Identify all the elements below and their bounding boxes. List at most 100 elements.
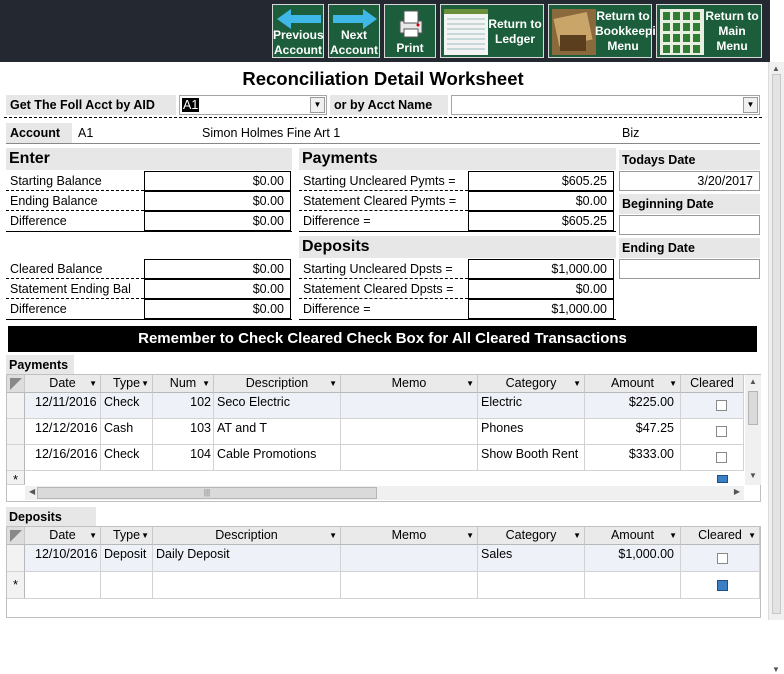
select-all-corner[interactable] bbox=[7, 527, 25, 545]
chevron-down-icon[interactable]: ▼ bbox=[466, 527, 474, 544]
chevron-down-icon[interactable]: ▼ bbox=[466, 375, 474, 392]
new-row-marker[interactable]: * bbox=[7, 572, 25, 599]
select-all-icon[interactable] bbox=[9, 530, 22, 542]
table-cell[interactable] bbox=[341, 419, 478, 445]
chevron-down-icon[interactable]: ▼ bbox=[748, 527, 756, 544]
todays-date-value[interactable]: 3/20/2017 bbox=[619, 171, 760, 191]
col-amount[interactable]: Amount ▼ bbox=[585, 375, 681, 393]
col-date[interactable]: Date ▼ bbox=[25, 375, 101, 393]
return-to-main-menu-button[interactable]: Return to Main Menu bbox=[656, 4, 762, 58]
table-cell[interactable] bbox=[341, 545, 478, 572]
table-cell[interactable]: Cable Promotions bbox=[214, 445, 341, 471]
table-cell[interactable]: AT and T bbox=[214, 419, 341, 445]
col-date[interactable]: Date ▼ bbox=[25, 527, 101, 545]
table-cell[interactable] bbox=[585, 572, 681, 599]
table-cell[interactable]: Check bbox=[101, 445, 153, 471]
chevron-down-icon[interactable]: ▼ bbox=[141, 375, 149, 392]
col-category[interactable]: Category ▼ bbox=[478, 375, 585, 393]
col-type[interactable]: Type ▼ bbox=[101, 375, 153, 393]
print-button[interactable]: Print bbox=[384, 4, 436, 58]
table-cell[interactable]: Sales bbox=[478, 545, 585, 572]
row-selector[interactable] bbox=[7, 545, 25, 572]
table-cell[interactable] bbox=[153, 572, 341, 599]
table-cell[interactable]: 12/11/2016 bbox=[25, 393, 101, 419]
table-cell[interactable]: $225.00 bbox=[585, 393, 681, 419]
table-cell[interactable]: $1,000.00 bbox=[585, 545, 681, 572]
new-row-checkbox[interactable] bbox=[717, 475, 728, 483]
new-row-marker[interactable]: * bbox=[7, 471, 25, 487]
scroll-down-arrow-icon[interactable]: ▼ bbox=[749, 471, 757, 480]
table-cell[interactable] bbox=[25, 572, 101, 599]
table-cell[interactable]: Seco Electric bbox=[214, 393, 341, 419]
chevron-down-icon[interactable]: ▼ bbox=[573, 527, 581, 544]
aid-combo[interactable]: A1 ▼ bbox=[179, 95, 327, 115]
table-cell[interactable]: Phones bbox=[478, 419, 585, 445]
payments-vscroll-thumb[interactable] bbox=[748, 391, 758, 425]
beginning-date-input[interactable] bbox=[619, 215, 760, 235]
statement-ending-bal-value[interactable]: $0.00 bbox=[144, 279, 291, 299]
ending-date-input[interactable] bbox=[619, 259, 760, 279]
cleared-checkbox[interactable] bbox=[716, 426, 727, 437]
chevron-down-icon[interactable]: ▼ bbox=[89, 375, 97, 392]
chevron-down-icon[interactable]: ▼ bbox=[310, 97, 325, 113]
col-num[interactable]: Num ▼ bbox=[153, 375, 214, 393]
cleared-checkbox[interactable] bbox=[717, 553, 728, 564]
return-to-bookkeeping-menu-button[interactable]: Return to Bookkeeping Menu bbox=[548, 4, 670, 58]
payments-horizontal-scrollbar[interactable]: ◀ ||| ▶ bbox=[25, 486, 744, 500]
table-cell[interactable] bbox=[101, 572, 153, 599]
payments-vertical-scrollbar[interactable]: ▲ ▼ bbox=[745, 375, 761, 485]
col-amount[interactable]: Amount ▼ bbox=[585, 527, 681, 545]
ending-balance-value[interactable]: $0.00 bbox=[144, 191, 291, 211]
starting-balance-value[interactable]: $0.00 bbox=[144, 171, 291, 191]
chevron-down-icon[interactable]: ▼ bbox=[329, 527, 337, 544]
chevron-down-icon[interactable]: ▼ bbox=[141, 527, 149, 544]
table-cell[interactable] bbox=[341, 445, 478, 471]
cleared-checkbox[interactable] bbox=[716, 400, 727, 411]
table-cell[interactable]: 12/12/2016 bbox=[25, 419, 101, 445]
table-cell[interactable]: Show Booth Rent bbox=[478, 445, 585, 471]
table-cell[interactable]: 12/10/2016 bbox=[25, 545, 101, 572]
table-cell[interactable]: 12/16/2016 bbox=[25, 445, 101, 471]
col-cleared[interactable]: Cleared bbox=[681, 375, 744, 393]
previous-account-button[interactable]: Previous Account bbox=[272, 4, 324, 58]
scroll-up-arrow-icon[interactable]: ▲ bbox=[749, 377, 757, 386]
acct-name-combo[interactable]: ▼ bbox=[451, 95, 760, 115]
row-selector[interactable] bbox=[7, 419, 25, 445]
table-cell[interactable] bbox=[478, 572, 585, 599]
col-cleared[interactable]: Cleared ▼ bbox=[681, 527, 760, 545]
scroll-left-arrow-icon[interactable]: ◀ bbox=[29, 487, 35, 496]
table-cell[interactable]: Electric bbox=[478, 393, 585, 419]
table-cell[interactable]: Deposit bbox=[101, 545, 153, 572]
scroll-up-arrow-icon[interactable]: ▲ bbox=[772, 64, 780, 73]
chevron-down-icon[interactable]: ▼ bbox=[89, 527, 97, 544]
row-selector[interactable] bbox=[7, 393, 25, 419]
select-all-icon[interactable] bbox=[9, 378, 22, 390]
next-account-button[interactable]: Next Account bbox=[328, 4, 380, 58]
col-description[interactable]: Description ▼ bbox=[153, 527, 341, 545]
cleared-checkbox[interactable] bbox=[716, 452, 727, 463]
table-cell[interactable]: Check bbox=[101, 393, 153, 419]
table-cell[interactable] bbox=[341, 393, 478, 419]
chevron-down-icon[interactable]: ▼ bbox=[743, 97, 758, 113]
select-all-corner[interactable] bbox=[7, 375, 25, 393]
col-memo[interactable]: Memo ▼ bbox=[341, 527, 478, 545]
table-cell[interactable]: 103 bbox=[153, 419, 214, 445]
table-cell[interactable]: $333.00 bbox=[585, 445, 681, 471]
chevron-down-icon[interactable]: ▼ bbox=[202, 375, 210, 392]
payments-hscroll-thumb[interactable]: ||| bbox=[37, 487, 377, 499]
table-cell[interactable]: Daily Deposit bbox=[153, 545, 341, 572]
table-cell[interactable]: 102 bbox=[153, 393, 214, 419]
chevron-down-icon[interactable]: ▼ bbox=[573, 375, 581, 392]
row-selector[interactable] bbox=[7, 445, 25, 471]
scroll-down-arrow-icon[interactable]: ▼ bbox=[772, 665, 780, 674]
new-row-checkbox[interactable] bbox=[717, 580, 728, 591]
scroll-right-arrow-icon[interactable]: ▶ bbox=[734, 487, 740, 496]
page-scrollbar-thumb[interactable] bbox=[772, 74, 781, 614]
page-vertical-scrollbar[interactable]: ▲ ▼ bbox=[768, 62, 784, 674]
col-description[interactable]: Description ▼ bbox=[214, 375, 341, 393]
table-cell[interactable]: $47.25 bbox=[585, 419, 681, 445]
table-cell[interactable]: Cash bbox=[101, 419, 153, 445]
col-memo[interactable]: Memo ▼ bbox=[341, 375, 478, 393]
chevron-down-icon[interactable]: ▼ bbox=[329, 375, 337, 392]
table-cell[interactable] bbox=[341, 572, 478, 599]
